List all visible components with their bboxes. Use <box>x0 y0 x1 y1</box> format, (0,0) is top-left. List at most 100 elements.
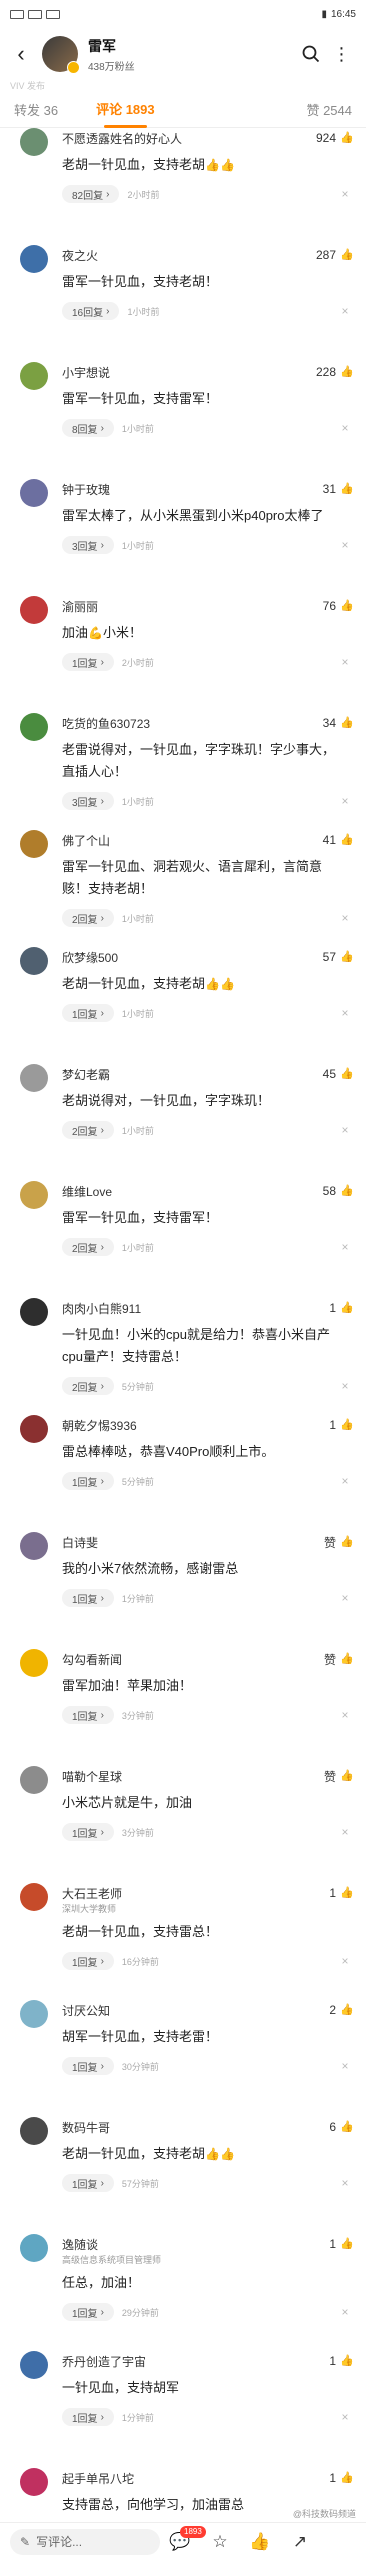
dismiss-icon[interactable]: × <box>338 1240 352 1254</box>
avatar[interactable] <box>20 830 48 858</box>
dismiss-icon[interactable]: × <box>338 304 352 318</box>
reply-count-button[interactable]: 1回复 › <box>62 1472 114 1490</box>
comment-item[interactable]: 渝丽丽 76 👍 加油💪小米！ 1回复 › 2小时前 × <box>0 596 366 672</box>
avatar[interactable] <box>42 36 80 74</box>
like-count[interactable]: 57 👍 <box>323 950 354 964</box>
reply-count-button[interactable]: 1回复 › <box>62 1823 114 1841</box>
reply-count-button[interactable]: 3回复 › <box>62 792 114 810</box>
avatar[interactable] <box>20 1766 48 1794</box>
like-count[interactable]: 1 👍 <box>329 2237 354 2251</box>
avatar[interactable] <box>20 1532 48 1560</box>
dismiss-icon[interactable]: × <box>338 1954 352 1968</box>
user-info[interactable]: 雷军 438万粉丝 <box>88 36 296 73</box>
like-count[interactable]: 45 👍 <box>323 1067 354 1081</box>
like-icon[interactable]: 👍 <box>240 2532 280 2552</box>
dismiss-icon[interactable]: × <box>338 1708 352 1722</box>
reply-count-button[interactable]: 1回复 › <box>62 1706 114 1724</box>
reply-count-button[interactable]: 8回复 › <box>62 419 114 437</box>
like-count[interactable]: 赞 👍 <box>324 1651 354 1668</box>
like-count[interactable]: 6 👍 <box>329 2120 354 2134</box>
comment-item[interactable]: 大石王老师 1 👍 深圳大学教师 老胡一针见血，支持雷总！ 1回复 › 16分钟前 × <box>0 1883 366 1971</box>
comment-icon[interactable]: 💬 1893 <box>160 2525 206 2552</box>
reply-count-button[interactable]: 2回复 › <box>62 1121 114 1139</box>
thumbs-up-icon[interactable]: 👍 <box>340 2121 354 2133</box>
thumbs-up-icon[interactable]: 👍 <box>340 834 354 846</box>
comment-item[interactable]: 夜之火 287 👍 雷军一针见血，支持老胡！ 16回复 › 1小时前 × <box>0 245 366 321</box>
comment-item[interactable]: 钟于玫瑰 31 👍 雷军太棒了，从小米黑蛋到小米p40pro太棒了 3回复 › 1小时前 × <box>0 479 366 555</box>
commenter-name[interactable]: 数码牛哥 <box>62 2119 329 2136</box>
thumbs-up-icon[interactable]: 👍 <box>340 132 354 144</box>
commenter-name[interactable]: 钟于玫瑰 <box>62 481 323 498</box>
commenter-name[interactable]: 肉肉小白熊911 <box>62 1300 329 1317</box>
reply-count-button[interactable]: 16回复 › <box>62 302 120 320</box>
reply-count-button[interactable]: 1回复 › <box>62 1952 114 1970</box>
like-count[interactable]: 228 👍 <box>316 365 354 379</box>
comment-item[interactable]: 喵勒个星球赞 👍 小米芯片就是牛，加油 1回复 › 3分钟前 × <box>0 1766 366 1842</box>
dismiss-icon[interactable]: × <box>338 1006 352 1020</box>
dismiss-icon[interactable]: × <box>338 538 352 552</box>
commenter-name[interactable]: 讨厌公知 <box>62 2002 329 2019</box>
like-count[interactable]: 1 👍 <box>329 2471 353 2485</box>
tab-likes[interactable]: 赞 2544 <box>306 100 352 119</box>
reply-count-button[interactable]: 1回复 › <box>62 2408 114 2426</box>
tab-repost[interactable]: 转发 36 <box>14 100 58 119</box>
star-icon[interactable]: ☆ <box>200 2532 240 2552</box>
comment-item[interactable]: 吃货的鱼630723 34 👍 老雷说得对，一针见血，字字珠玑！字少事大，直插人心！ 3… <box>0 713 366 811</box>
dismiss-icon[interactable]: × <box>338 794 352 808</box>
reply-count-button[interactable]: 1回复 › <box>62 653 114 671</box>
like-count[interactable]: 31 👍 <box>323 482 354 496</box>
like-count[interactable]: 1 👍 <box>329 2354 354 2368</box>
commenter-name[interactable]: 起手单吊八坨 <box>62 2470 329 2487</box>
commenter-name[interactable]: 逸随谈 <box>62 2236 329 2253</box>
avatar[interactable] <box>20 947 48 975</box>
search-icon[interactable] <box>296 39 326 69</box>
like-count[interactable]: 34 👍 <box>323 716 354 730</box>
avatar[interactable] <box>20 2234 48 2262</box>
comment-item[interactable]: 佛了个山 41 👍 雷军一针见血、洞若观火、语言犀利，言简意赅！支持老胡！ 2回复 › 1小… <box>0 830 366 928</box>
comment-item[interactable]: 朝乾夕惕3936 1 👍 雷总棒棒哒，恭喜V40Pro顺利上市。 1回复 › 5分钟前 × <box>0 1415 366 1491</box>
dismiss-icon[interactable]: × <box>338 2176 352 2190</box>
commenter-name[interactable]: 喵勒个星球 <box>62 1768 324 1785</box>
thumbs-up-icon[interactable]: 👍 <box>340 1302 354 1314</box>
commenter-name[interactable]: 勾勾看新闻 <box>62 1651 324 1668</box>
comment-item[interactable]: 逸随谈 1 👍 高级信息系统项目管理师 任总，加油！ 1回复 › 29分钟前 × <box>0 2234 366 2322</box>
comment-item[interactable]: 白诗斐赞 👍 我的小米7依然流畅，感谢雷总 1回复 › 1分钟前 × <box>0 1532 366 1608</box>
thumbs-up-icon[interactable]: 👍 <box>340 1536 354 1548</box>
like-count[interactable]: 2 👍 <box>329 2003 353 2017</box>
commenter-name[interactable]: 欣梦缘500 <box>62 949 323 966</box>
commenter-name[interactable]: 维维Love <box>62 1183 323 1200</box>
avatar[interactable] <box>20 2000 48 2028</box>
avatar[interactable] <box>20 1298 48 1326</box>
like-count[interactable]: 赞 👍 <box>324 1534 354 1551</box>
thumbs-up-icon[interactable]: 👍 <box>340 249 354 261</box>
avatar[interactable] <box>20 1415 48 1443</box>
avatar[interactable] <box>20 1883 48 1911</box>
comment-item[interactable]: 讨厌公知 2 👍 胡军一针见血，支持老雷！ 1回复 › 30分钟前 × <box>0 2000 366 2076</box>
like-count[interactable]: 58 👍 <box>323 1184 354 1198</box>
thumbs-up-icon[interactable]: 👍 <box>340 2355 354 2367</box>
dismiss-icon[interactable]: × <box>338 1591 352 1605</box>
comment-item[interactable]: 肉肉小白熊911 1 👍 一针见血！小米的cpu就是给力！恭喜小米自产cpu量产！支持… <box>0 1298 366 1396</box>
thumbs-up-icon[interactable]: 👍 <box>340 2238 354 2250</box>
thumbs-up-icon[interactable]: 👍 <box>340 1419 354 1431</box>
avatar[interactable] <box>20 128 48 156</box>
comment-item[interactable]: 乔丹创造了宇宙 1 👍 一针见血，支持胡军 1回复 › 1分钟前 × <box>0 2351 366 2427</box>
comment-item[interactable]: 欣梦缘500 57 👍 老胡一针见血，支持老胡👍👍 1回复 › 1小时前 × <box>0 947 366 1023</box>
comment-item[interactable]: 勾勾看新闻赞 👍 雷军加油！苹果加油！ 1回复 › 3分钟前 × <box>0 1649 366 1725</box>
thumbs-up-icon[interactable]: 👍 <box>340 600 354 612</box>
thumbs-up-icon[interactable]: 👍 <box>340 1185 354 1197</box>
avatar[interactable] <box>20 1649 48 1677</box>
thumbs-up-icon[interactable]: 👍 <box>340 717 354 729</box>
reply-count-button[interactable]: 1回复 › <box>62 1589 114 1607</box>
commenter-name[interactable]: 乔丹创造了宇宙 <box>62 2353 329 2370</box>
commenter-name[interactable]: 朝乾夕惕3936 <box>62 1417 329 1434</box>
more-icon[interactable]: ⋮ <box>326 39 356 69</box>
thumbs-up-icon[interactable]: 👍 <box>340 366 354 378</box>
avatar[interactable] <box>20 1064 48 1092</box>
like-count[interactable]: 76 👍 <box>323 599 354 613</box>
reply-count-button[interactable]: 1回复 › <box>62 1004 114 1022</box>
commenter-name[interactable]: 吃货的鱼630723 <box>62 715 323 732</box>
avatar[interactable] <box>20 2351 48 2379</box>
commenter-name[interactable]: 梦幻老霸 <box>62 1066 323 1083</box>
reply-count-button[interactable]: 2回复 › <box>62 909 114 927</box>
